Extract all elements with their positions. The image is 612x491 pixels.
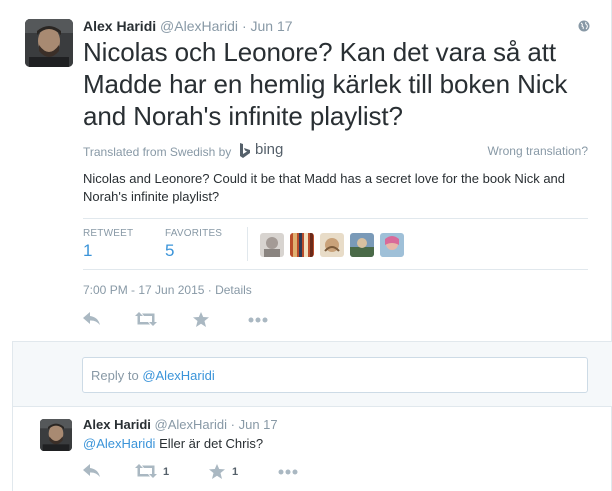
reply-icon[interactable] [83,464,101,480]
retweet-stat-count[interactable]: 1 [83,241,133,261]
tweet-timestamp[interactable]: Jun 17 [251,18,293,34]
bing-label: bing [255,141,284,158]
tweet-header: Alex Haridi @AlexHaridi · Jun 17 [83,17,293,35]
bing-logo-icon [240,143,250,158]
retweet-icon[interactable] [135,312,157,328]
tweet-datetime: 7:00 PM - 17 Jun 2015 · Details [83,283,252,297]
more-icon[interactable] [248,312,268,328]
translated-text: Nicolas and Leonore? Could it be that Ma… [83,171,566,204]
author-fullname[interactable]: Alex Haridi [83,18,156,34]
star-icon[interactable] [209,464,225,480]
reply-retweet-count: 1 [163,466,170,478]
tweet-stats: RETWEET 1 FAVORITES 5 [83,218,588,270]
reply-favorite-count: 1 [232,466,239,478]
favoriter-avatar[interactable] [260,233,284,257]
favorites-stat-count[interactable]: 5 [165,241,222,261]
reply-input[interactable]: Reply to @AlexHaridi [82,357,588,393]
reply-header-separator: · [230,417,235,432]
favoriter-avatar[interactable] [380,233,404,257]
translation-attribution: Translated from Swedish by bing Wrong tr… [83,141,589,163]
tweet-text: Nicolas och Leonore? Kan det vara så att… [83,37,568,131]
stats-divider [247,227,248,261]
reply-author-username[interactable]: @AlexHaridi [155,417,227,432]
datetime-separator: · [204,283,216,297]
favorites-stat-label: FAVORITES [165,228,223,239]
favorites-stat[interactable]: FAVORITES 5 [165,228,222,261]
wrong-translation-link[interactable]: Wrong translation? [488,144,589,158]
details-link[interactable]: Details [215,283,252,297]
reply-author-avatar[interactable] [40,419,72,451]
more-icon[interactable] [278,464,298,480]
reply-mention-link[interactable]: @AlexHaridi [83,436,155,451]
globe-icon[interactable] [578,20,590,32]
favoriter-avatar[interactable] [290,233,314,257]
reply-body: Eller är det Chris? [155,436,264,451]
favoriter-avatar[interactable] [320,233,344,257]
reply-text: @AlexHaridi Eller är det Chris? [83,436,263,451]
reply-icon[interactable] [83,312,101,328]
favoriter-avatar[interactable] [350,233,374,257]
reply-author-fullname[interactable]: Alex Haridi [83,417,151,432]
tweet-datetime-text: 7:00 PM - 17 Jun 2015 [83,283,205,297]
translated-from-label: Translated from Swedish by [83,145,232,159]
retweet-stat-label: RETWEET [83,228,134,239]
reply-input-mention: @AlexHaridi [142,368,215,383]
reply-timestamp[interactable]: Jun 17 [239,417,278,432]
author-username[interactable]: @AlexHaridi [160,18,238,34]
reply-header: Alex Haridi @AlexHaridi · Jun 17 [83,417,278,432]
reply-input-prefix: Reply to [91,368,143,383]
conversation-border [12,341,13,491]
reply-box-area: Reply to @AlexHaridi [12,341,612,407]
author-avatar[interactable] [25,19,73,67]
header-separator: · [241,18,247,34]
retweet-icon[interactable] [135,464,157,480]
star-icon[interactable] [193,312,209,328]
retweet-stat[interactable]: RETWEET 1 [83,228,133,261]
